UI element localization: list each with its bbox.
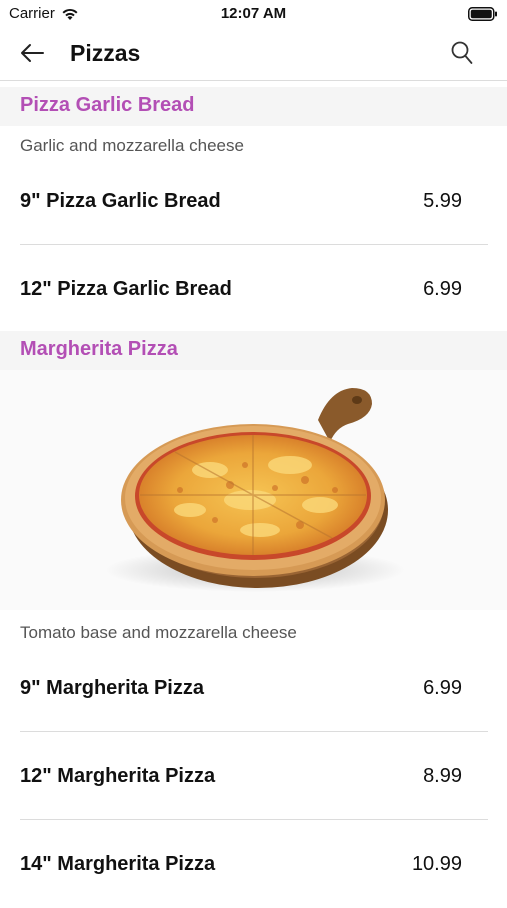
status-bar: Carrier 12:07 AM [0,0,507,28]
section-title: Pizza Garlic Bread [20,94,195,116]
section-title: Margherita Pizza [20,338,178,360]
section-header: Margherita Pizza [0,331,507,370]
search-icon[interactable] [451,41,473,65]
item-price: 5.99 [423,189,462,212]
status-time: 12:07 AM [220,5,287,22]
item-price: 8.99 [423,764,462,787]
item-name: 12" Margherita Pizza [20,764,216,787]
item-name: 9" Margherita Pizza [20,676,204,699]
item-price: 6.99 [423,676,462,699]
item-price: 6.99 [423,277,462,300]
page-title: Pizzas [70,40,141,66]
item-name: 14" Margherita Pizza [20,852,216,875]
menu-item-row[interactable]: 12" Margherita Pizza 8.99 [20,732,488,820]
menu-item-row[interactable]: 12" Pizza Garlic Bread 6.99 [20,245,488,333]
battery-icon [468,7,497,21]
item-name: 12" Pizza Garlic Bread [20,277,232,300]
menu-item-row[interactable]: 9" Margherita Pizza 6.99 [20,644,488,732]
menu-item-row[interactable]: 14" Margherita Pizza 10.99 [20,820,488,908]
section-header: Pizza Garlic Bread [0,87,507,126]
nav-bar: Pizzas [0,28,507,81]
item-price: 10.99 [411,852,462,875]
section-description: Garlic and mozzarella cheese [20,136,244,155]
pizza-image [0,370,507,610]
menu-item-row[interactable]: 9" Pizza Garlic Bread 5.99 [20,157,488,245]
pizza-illustration [105,388,405,592]
section-description: Tomato base and mozzarella cheese [20,623,297,642]
arrow-left-icon[interactable] [19,42,45,64]
item-name: 9" Pizza Garlic Bread [20,189,221,212]
